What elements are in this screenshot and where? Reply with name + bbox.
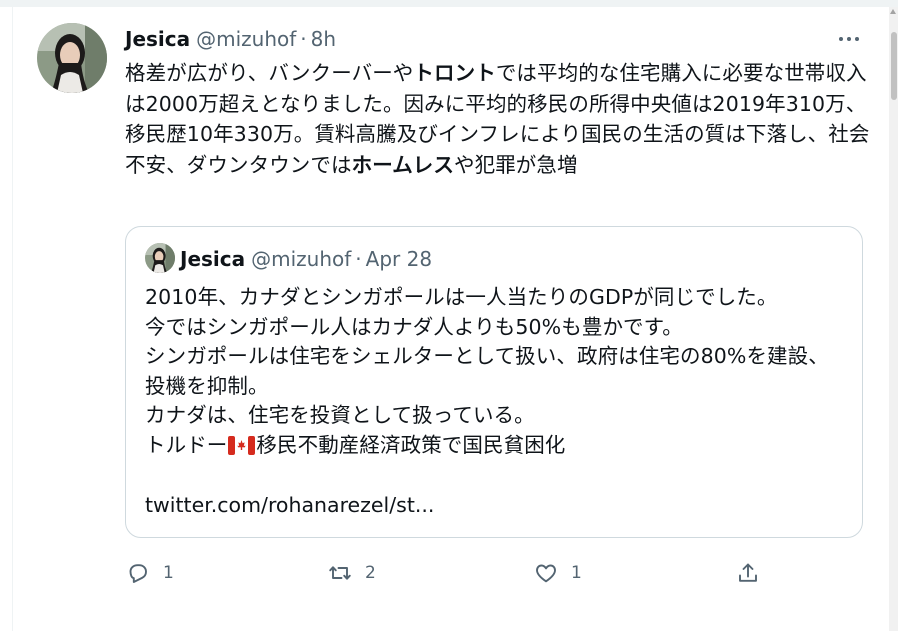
more-options-icon[interactable] <box>834 30 864 48</box>
retweet-button[interactable]: 2 <box>328 559 376 587</box>
quote-body: 2010年、カナダとシンガポールは一人当たりのGDPが同じでした。 今ではシンガ… <box>145 285 829 427</box>
quote-author-name: Jesica <box>180 247 246 271</box>
quote-author-handle: @mizuhof <box>251 247 352 271</box>
like-count: 1 <box>571 563 582 583</box>
quote-last-line-end: 移民不動産経済政策で国民貧困化 <box>256 432 566 457</box>
share-icon <box>739 563 757 582</box>
tweet-text-bold: トロント <box>413 61 496 85</box>
scrollbar-track[interactable] <box>889 7 898 631</box>
reply-icon <box>129 564 147 583</box>
left-border <box>12 7 13 631</box>
quote-link[interactable]: twitter.com/rohanarezel/st... <box>145 491 434 521</box>
tweet-text-bold: ホームレス <box>351 152 454 177</box>
author-name[interactable]: Jesica <box>125 27 190 51</box>
top-divider <box>0 0 898 7</box>
quote-text: 2010年、カナダとシンガポールは一人当たりのGDPが同じでした。 今ではシンガ… <box>145 283 845 460</box>
reply-count: 1 <box>163 563 174 583</box>
reply-button[interactable]: 1 <box>126 559 174 587</box>
heart-icon <box>536 564 556 583</box>
retweet-icon <box>329 566 351 580</box>
share-button[interactable] <box>736 559 760 587</box>
avatar[interactable] <box>37 23 107 93</box>
quote-avatar <box>145 243 175 273</box>
separator-dot: · <box>300 27 307 51</box>
quote-last-line-start: トルドー <box>145 432 228 457</box>
scrollbar-thumb[interactable] <box>891 32 897 100</box>
retweet-count: 2 <box>365 563 376 583</box>
quote-timestamp: Apr 28 <box>365 247 433 271</box>
tweet-timestamp[interactable]: 8h <box>311 27 336 51</box>
like-button[interactable]: 1 <box>534 559 582 587</box>
tweet-text-part: 格差が広がり、バンクーバーや <box>125 61 414 85</box>
tweet-text: 格差が広がり、バンクーバーやトロントでは平均的な住宅購入に必要な世帯収入は200… <box>125 58 870 180</box>
canada-flag-icon <box>228 434 256 455</box>
tweet-header: Jesica @mizuhof · 8h <box>125 26 336 52</box>
tweet-text-part: や犯罪が急増 <box>454 152 578 177</box>
quote-header: Jesica @mizuhof · Apr 28 <box>180 246 432 272</box>
author-handle[interactable]: @mizuhof <box>196 27 296 51</box>
scroll-up-icon[interactable] <box>890 9 896 14</box>
quote-separator-dot: · <box>355 247 362 271</box>
